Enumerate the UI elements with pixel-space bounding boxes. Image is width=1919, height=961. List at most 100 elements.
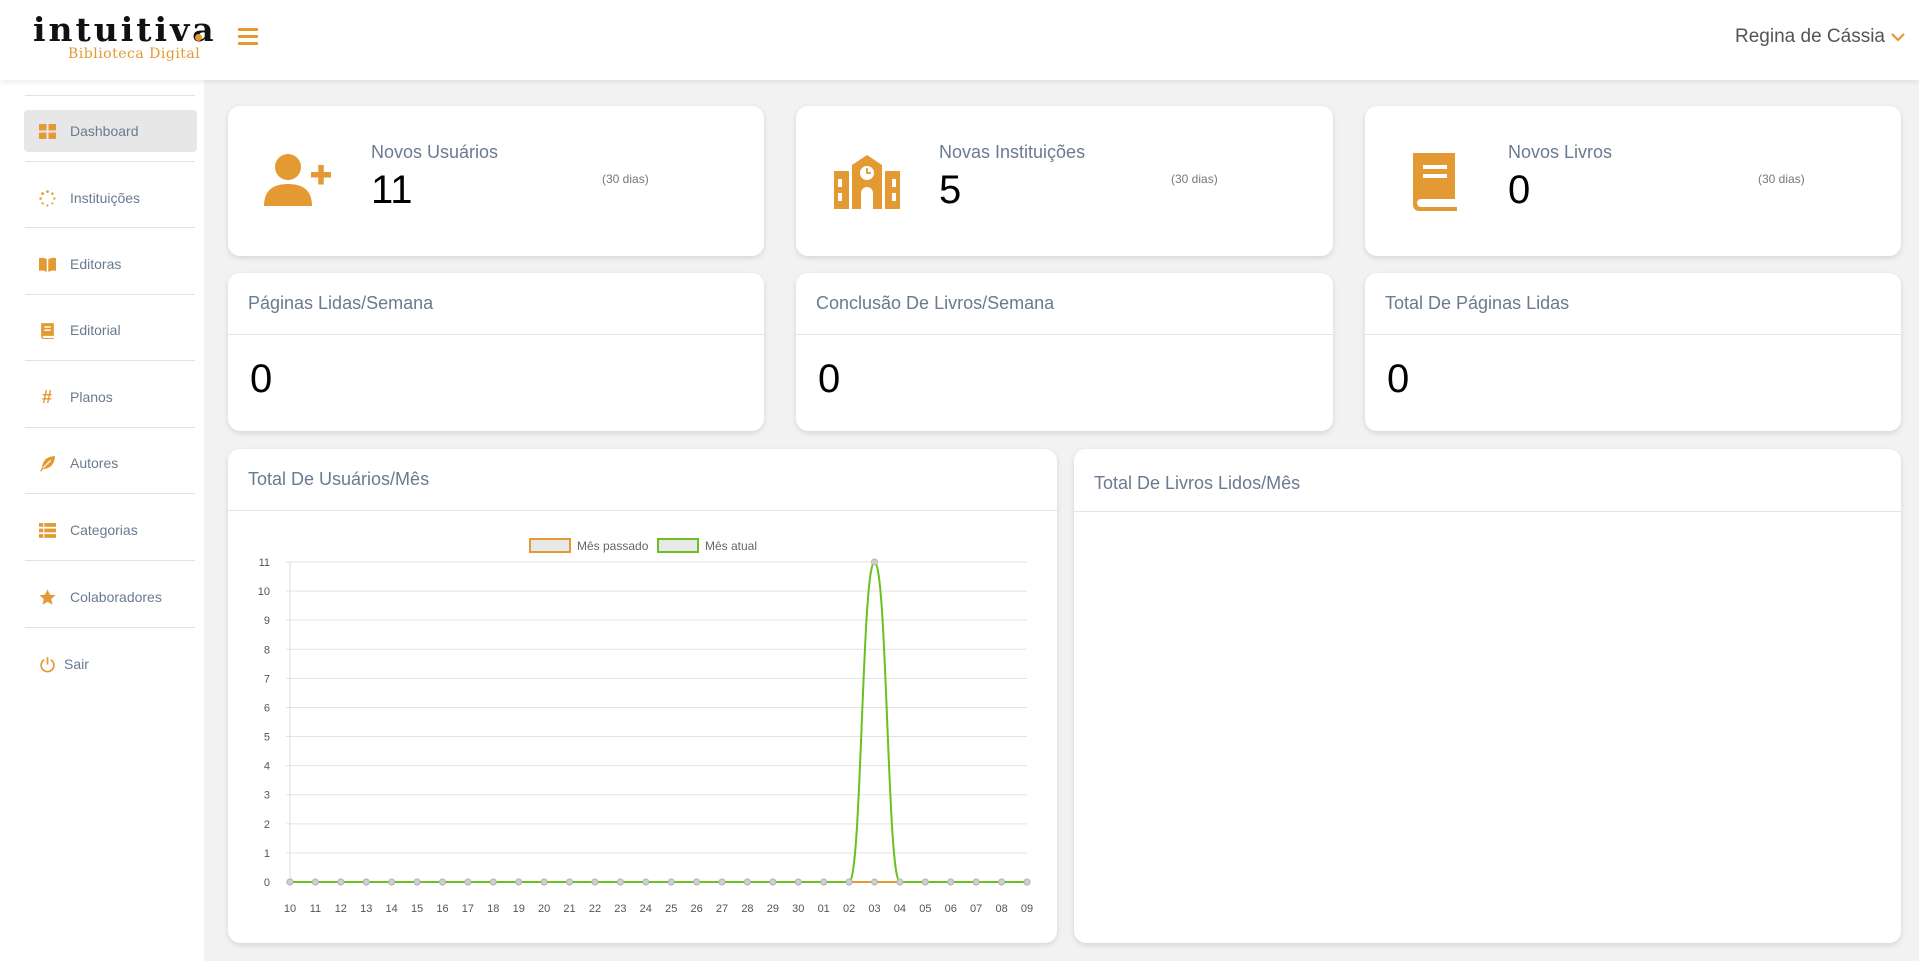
data-point [438, 878, 446, 886]
data-point [871, 558, 879, 566]
sidebar-item-label: Editoras [70, 256, 122, 272]
sidebar-item-label: Instituições [70, 190, 141, 206]
y-tick-label: 3 [264, 790, 270, 802]
book-icon [38, 321, 56, 339]
sidebar-item-label: Sair [64, 656, 89, 672]
panel-divider [228, 334, 764, 335]
sidebar-item-editoras[interactable]: Editoras [24, 243, 197, 285]
stat-card-new-books: Novos Livros 0 (30 dias) [1365, 106, 1901, 256]
list-icon [38, 521, 56, 539]
data-point [921, 878, 929, 886]
x-tick-label: 10 [284, 903, 296, 915]
user-menu[interactable]: Regina de Cássia [1735, 26, 1905, 48]
data-point [871, 878, 879, 886]
sidebar-divider [25, 95, 195, 96]
sidebar-divider [25, 493, 195, 494]
grid-icon [38, 122, 56, 140]
data-point [413, 878, 421, 886]
stat-label: Novas Instituições [939, 142, 1086, 162]
school-icon [832, 151, 902, 211]
stat-value: 5 [939, 168, 962, 212]
series-line-current-month [289, 560, 1027, 883]
sidebar-divider [25, 360, 195, 361]
logo-dot [195, 34, 202, 41]
x-tick-label: 12 [335, 903, 347, 915]
x-tick-label: 30 [792, 903, 804, 915]
x-tick-label: 07 [970, 903, 982, 915]
data-point [693, 878, 701, 886]
panel-divider [1074, 511, 1901, 512]
data-point [591, 878, 599, 886]
legend-swatch [529, 538, 571, 553]
x-tick-label: 04 [894, 903, 906, 915]
x-tick-label: 16 [436, 903, 448, 915]
sidebar-item-categorias[interactable]: Categorias [24, 509, 197, 551]
data-point [667, 878, 675, 886]
x-tick-label: 15 [411, 903, 423, 915]
data-point [362, 878, 370, 886]
sidebar-item-label: Autores [70, 455, 119, 471]
x-tick-label: 05 [919, 903, 931, 915]
legend-label: Mês atual [705, 539, 757, 553]
data-point [794, 878, 802, 886]
x-tick-label: 08 [995, 903, 1007, 915]
stat-period: (30 dias) [602, 172, 649, 186]
x-tick-label: 24 [640, 903, 652, 915]
stat-label: Novos Usuários [371, 142, 499, 162]
sidebar-item-label: Editorial [70, 322, 121, 338]
sidebar-item-colaboradores[interactable]: Colaboradores [24, 576, 197, 618]
y-tick-label: 9 [264, 615, 270, 627]
book-icon [1401, 151, 1471, 211]
data-point [972, 878, 980, 886]
y-tick-label: 8 [264, 644, 270, 656]
logo-word: intuitiva [33, 10, 217, 49]
x-tick-label: 22 [589, 903, 601, 915]
sidebar-item-label: Categorias [70, 522, 138, 538]
sidebar-divider [25, 427, 195, 428]
data-point [311, 878, 319, 886]
hashtag-icon: # [41, 386, 52, 407]
panel-divider [796, 334, 1333, 335]
y-tick-label: 11 [259, 557, 270, 569]
sidebar-item-planos[interactable]: # Planos [24, 376, 197, 418]
legend-swatch [657, 538, 699, 553]
chevron-down-icon [1891, 33, 1905, 42]
users-per-month-chart-card: Total De Usuários/Mês 0 1 2 3 4 5 6 7 8 9 10 11 10 11… [228, 449, 1057, 943]
sidebar-item-dashboard[interactable]: Dashboard [24, 110, 197, 152]
data-point [947, 878, 955, 886]
stat-period: (30 dias) [1758, 172, 1805, 186]
data-point [820, 878, 828, 886]
data-point [566, 878, 574, 886]
x-tick-label: 02 [843, 903, 855, 915]
x-tick-label: 03 [868, 903, 880, 915]
panel-value: 0 [818, 357, 841, 401]
users-line-chart: 0123456789101110 11 12 13 14 15 16 17 18 19 20 21 22… [258, 538, 1033, 915]
panel-title: Conclusão De Livros/Semana [816, 293, 1055, 313]
sidebar-item-instituicoes[interactable]: Instituições [24, 177, 197, 219]
x-tick-label: 13 [360, 903, 372, 915]
logo-subtitle: Biblioteca Digital [68, 46, 201, 62]
x-tick-label: 18 [487, 903, 499, 915]
logo[interactable]: intuitiva Biblioteca Digital [33, 12, 214, 64]
data-point [515, 878, 523, 886]
chart-title: Total De Livros Lidos/Mês [1094, 473, 1301, 493]
stat-card-new-institutions: Novas Instituições 5 (30 dias) [796, 106, 1333, 256]
x-tick-label: 27 [716, 903, 728, 915]
sidebar-item-editorial[interactable]: Editorial [24, 309, 197, 351]
x-tick-label: 25 [665, 903, 677, 915]
data-point [769, 878, 777, 886]
y-tick-label: 5 [264, 732, 270, 744]
data-point [642, 878, 650, 886]
sidebar-item-label: Colaboradores [70, 589, 162, 605]
y-tick-label: 2 [264, 819, 270, 831]
open-book-icon [38, 255, 56, 273]
sidebar-item-autores[interactable]: Autores [24, 442, 197, 484]
sidebar-item-sair[interactable]: Sair [24, 643, 197, 685]
spinner-icon [38, 189, 56, 207]
stat-card-new-users: Novos Usuários 11 (30 dias) [228, 106, 764, 256]
menu-toggle-icon[interactable] [238, 28, 258, 46]
x-tick-label: 09 [1021, 903, 1033, 915]
panel-title: Páginas Lidas/Semana [248, 293, 434, 313]
panel-title: Total De Páginas Lidas [1385, 293, 1570, 313]
x-tick-label: 11 [310, 903, 321, 915]
